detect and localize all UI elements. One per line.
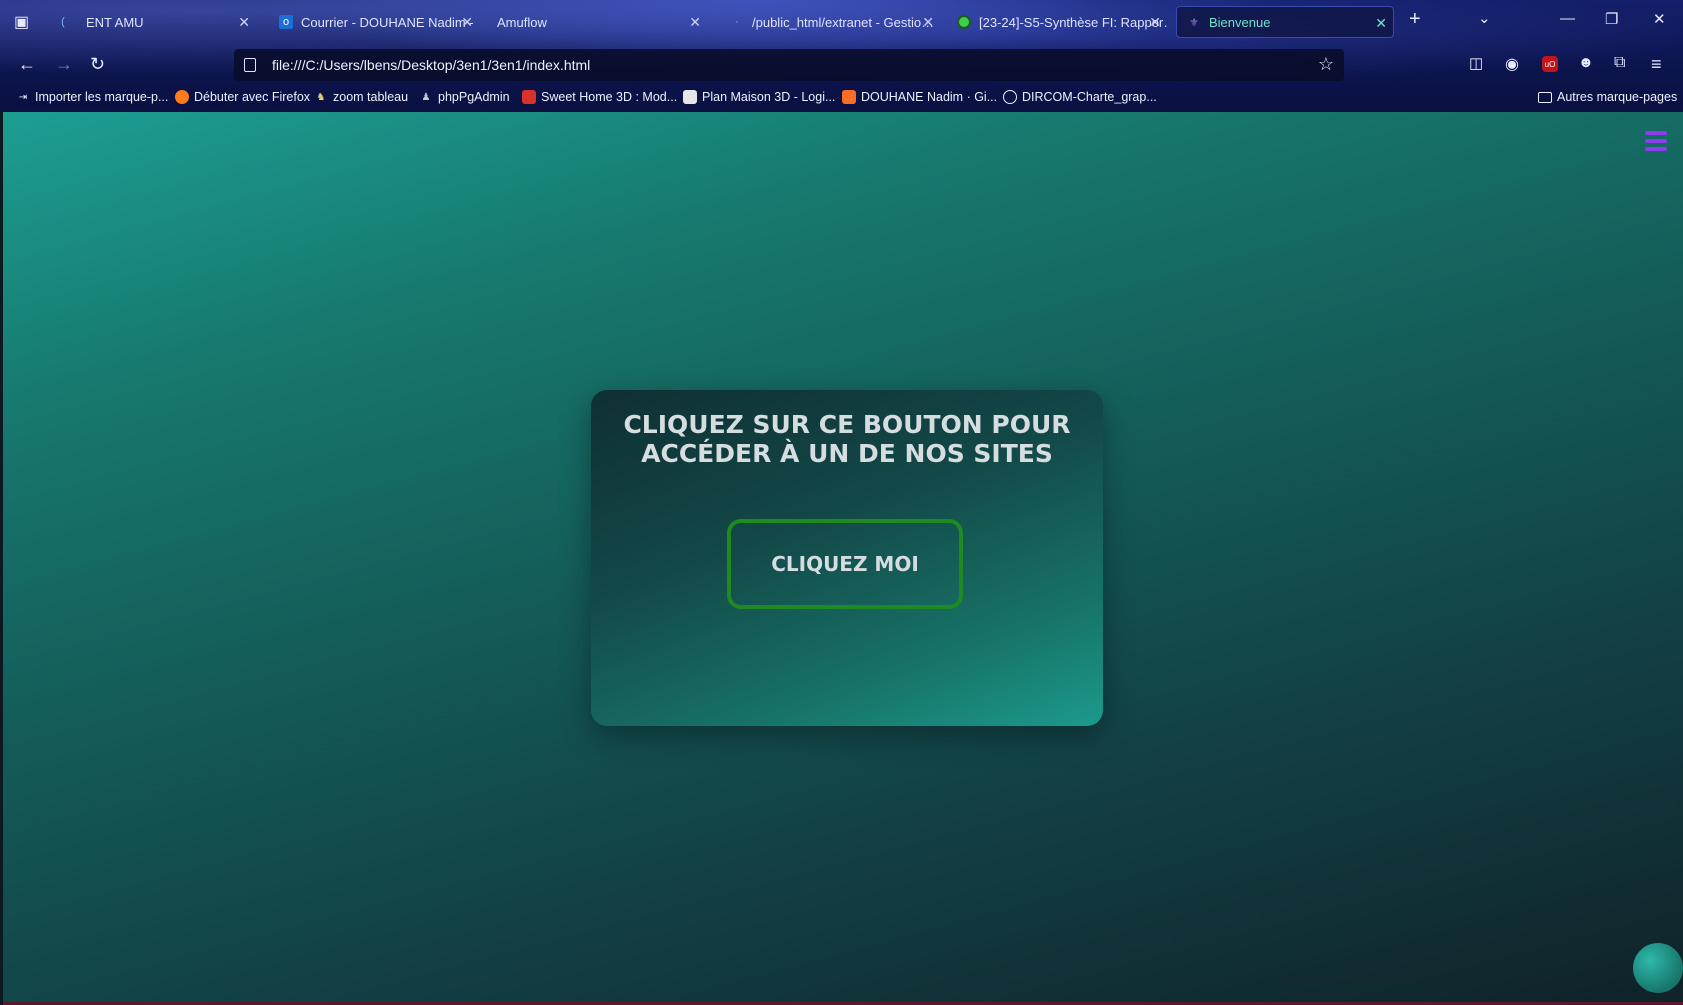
extension-face-icon[interactable]: ☻ [1578, 54, 1594, 71]
import-icon: ⇥ [18, 91, 28, 103]
close-icon[interactable]: ✕ [1149, 14, 1161, 31]
elephant-icon: ♟ [421, 91, 431, 103]
menu-bar [1645, 147, 1667, 151]
globe-icon [1003, 90, 1017, 104]
amu-icon: ( [61, 16, 65, 28]
minimize-icon[interactable]: — [1560, 10, 1575, 27]
url-bar[interactable]: file:///C:/Users/lbens/Desktop/3en1/3en1… [234, 49, 1344, 81]
card-title: CLIQUEZ SUR CE BOUTON POUR ACCÉDER À UN … [623, 410, 1071, 468]
folder-icon [1538, 91, 1552, 103]
menu-bar [1645, 139, 1667, 143]
cliquez-moi-button[interactable]: CLIQUEZ MOI [727, 519, 963, 609]
tab-label: ENT AMU [86, 14, 144, 30]
url-text[interactable]: file:///C:/Users/lbens/Desktop/3en1/3en1… [272, 57, 590, 73]
green-dot-icon [957, 15, 971, 29]
plan-icon [683, 90, 697, 104]
bookmark-gitlab[interactable]: DOUHANE Nadim · Gi... [842, 90, 997, 104]
bookmark-zoom[interactable]: ♞ zoom tableau [314, 90, 409, 104]
bookmark-label: Sweet Home 3D : Mod... [541, 90, 678, 104]
tab-overview-icon[interactable]: ▣ [14, 12, 29, 32]
account-icon[interactable]: ◉ [1505, 54, 1519, 74]
bookmark-dircom[interactable]: DIRCOM-Charte_grap... [1003, 90, 1157, 104]
new-tab-icon[interactable]: + [1409, 8, 1421, 31]
other-bookmarks[interactable]: Autres marque-pages [1538, 90, 1677, 104]
tab-synthese[interactable]: [23-24]-S5-Synthèse FI: Rappor… ✕ [957, 6, 1167, 38]
sweethome-icon [522, 90, 536, 104]
bookmark-plan-maison[interactable]: Plan Maison 3D - Logi... [683, 90, 835, 104]
nav-bar: ← → ↻ file:///C:/Users/lbens/Desktop/3en… [0, 44, 1683, 86]
bookmark-label: phpPgAdmin [438, 90, 510, 104]
tab-public-html[interactable]: · /public_html/extranet - Gestio… ✕ [730, 6, 940, 38]
bookmark-label: DIRCOM-Charte_grap... [1022, 90, 1157, 104]
bookmark-label: DOUHANE Nadim · Gi... [861, 90, 998, 104]
extensions-puzzle-icon[interactable]: ⧉ [1614, 54, 1625, 72]
floating-orb[interactable] [1633, 943, 1683, 993]
pocket-icon[interactable]: ◫ [1469, 54, 1483, 72]
menu-bar [1645, 131, 1667, 135]
close-icon[interactable]: ✕ [461, 14, 473, 31]
bookmark-phppgadmin[interactable]: ♟ phpPgAdmin [419, 90, 510, 104]
reload-icon[interactable]: ↻ [90, 54, 105, 75]
tab-label: /public_html/extranet - Gestio… [752, 14, 935, 30]
outlook-icon: o [279, 15, 293, 29]
zoom-icon: ♞ [316, 91, 326, 103]
bookmarks-bar: ⇥ Importer les marque-p... Débuter avec … [0, 86, 1683, 112]
tab-bar: ▣ ( ENT AMU ✕ o Courrier - DOUHANE Nadim… [0, 0, 1683, 44]
back-icon[interactable]: ← [18, 54, 36, 75]
close-icon[interactable]: ✕ [238, 14, 250, 31]
tab-label: [23-24]-S5-Synthèse FI: Rappor… [979, 14, 1167, 30]
bookmark-firefox[interactable]: Débuter avec Firefox [175, 90, 310, 104]
page-content: CLIQUEZ SUR CE BOUTON POUR ACCÉDER À UN … [0, 112, 1683, 1005]
chevron-down-icon[interactable]: ⌄ [1478, 9, 1491, 27]
tab-bienvenue[interactable]: ⚜ Bienvenue ✕ [1176, 6, 1394, 38]
tab-ent-amu[interactable]: ( ENT AMU ✕ [56, 6, 256, 38]
tab-label: Courrier - DOUHANE Nadim - … [301, 14, 479, 30]
bookmark-label: zoom tableau [333, 90, 409, 104]
ublock-icon[interactable]: uO [1542, 56, 1558, 72]
restore-icon[interactable]: ❐ [1605, 10, 1618, 28]
menu-icon[interactable] [1645, 131, 1667, 151]
tab-amuflow[interactable]: Amuflow ✕ [497, 6, 707, 38]
fleur-de-lis-icon: ⚜ [1189, 16, 1199, 29]
close-icon[interactable]: ✕ [922, 14, 934, 31]
bookmark-label: Importer les marque-p... [35, 90, 169, 104]
ftp-icon: · [735, 16, 739, 28]
welcome-card: CLIQUEZ SUR CE BOUTON POUR ACCÉDER À UN … [591, 390, 1103, 726]
bookmark-label: Débuter avec Firefox [194, 90, 311, 104]
bookmark-import[interactable]: ⇥ Importer les marque-p... [16, 90, 169, 104]
tab-label: Bienvenue [1209, 14, 1271, 30]
browser-chrome: ▣ ( ENT AMU ✕ o Courrier - DOUHANE Nadim… [0, 0, 1683, 112]
tab-courrier[interactable]: o Courrier - DOUHANE Nadim - … ✕ [279, 6, 479, 38]
bookmark-sweethome[interactable]: Sweet Home 3D : Mod... [522, 90, 677, 104]
gitlab-icon [842, 90, 856, 104]
tab-label: Amuflow [497, 14, 547, 30]
close-icon[interactable]: ✕ [1375, 15, 1387, 32]
close-window-icon[interactable]: ✕ [1653, 10, 1666, 28]
bookmark-label: Plan Maison 3D - Logi... [702, 90, 836, 104]
close-icon[interactable]: ✕ [689, 14, 701, 31]
star-icon[interactable]: ☆ [1318, 54, 1334, 75]
hamburger-menu-icon[interactable]: ≡ [1651, 54, 1662, 75]
firefox-icon [175, 90, 189, 104]
forward-icon[interactable]: → [55, 54, 73, 75]
other-bookmarks-label: Autres marque-pages [1557, 90, 1678, 104]
page-icon [244, 58, 256, 72]
